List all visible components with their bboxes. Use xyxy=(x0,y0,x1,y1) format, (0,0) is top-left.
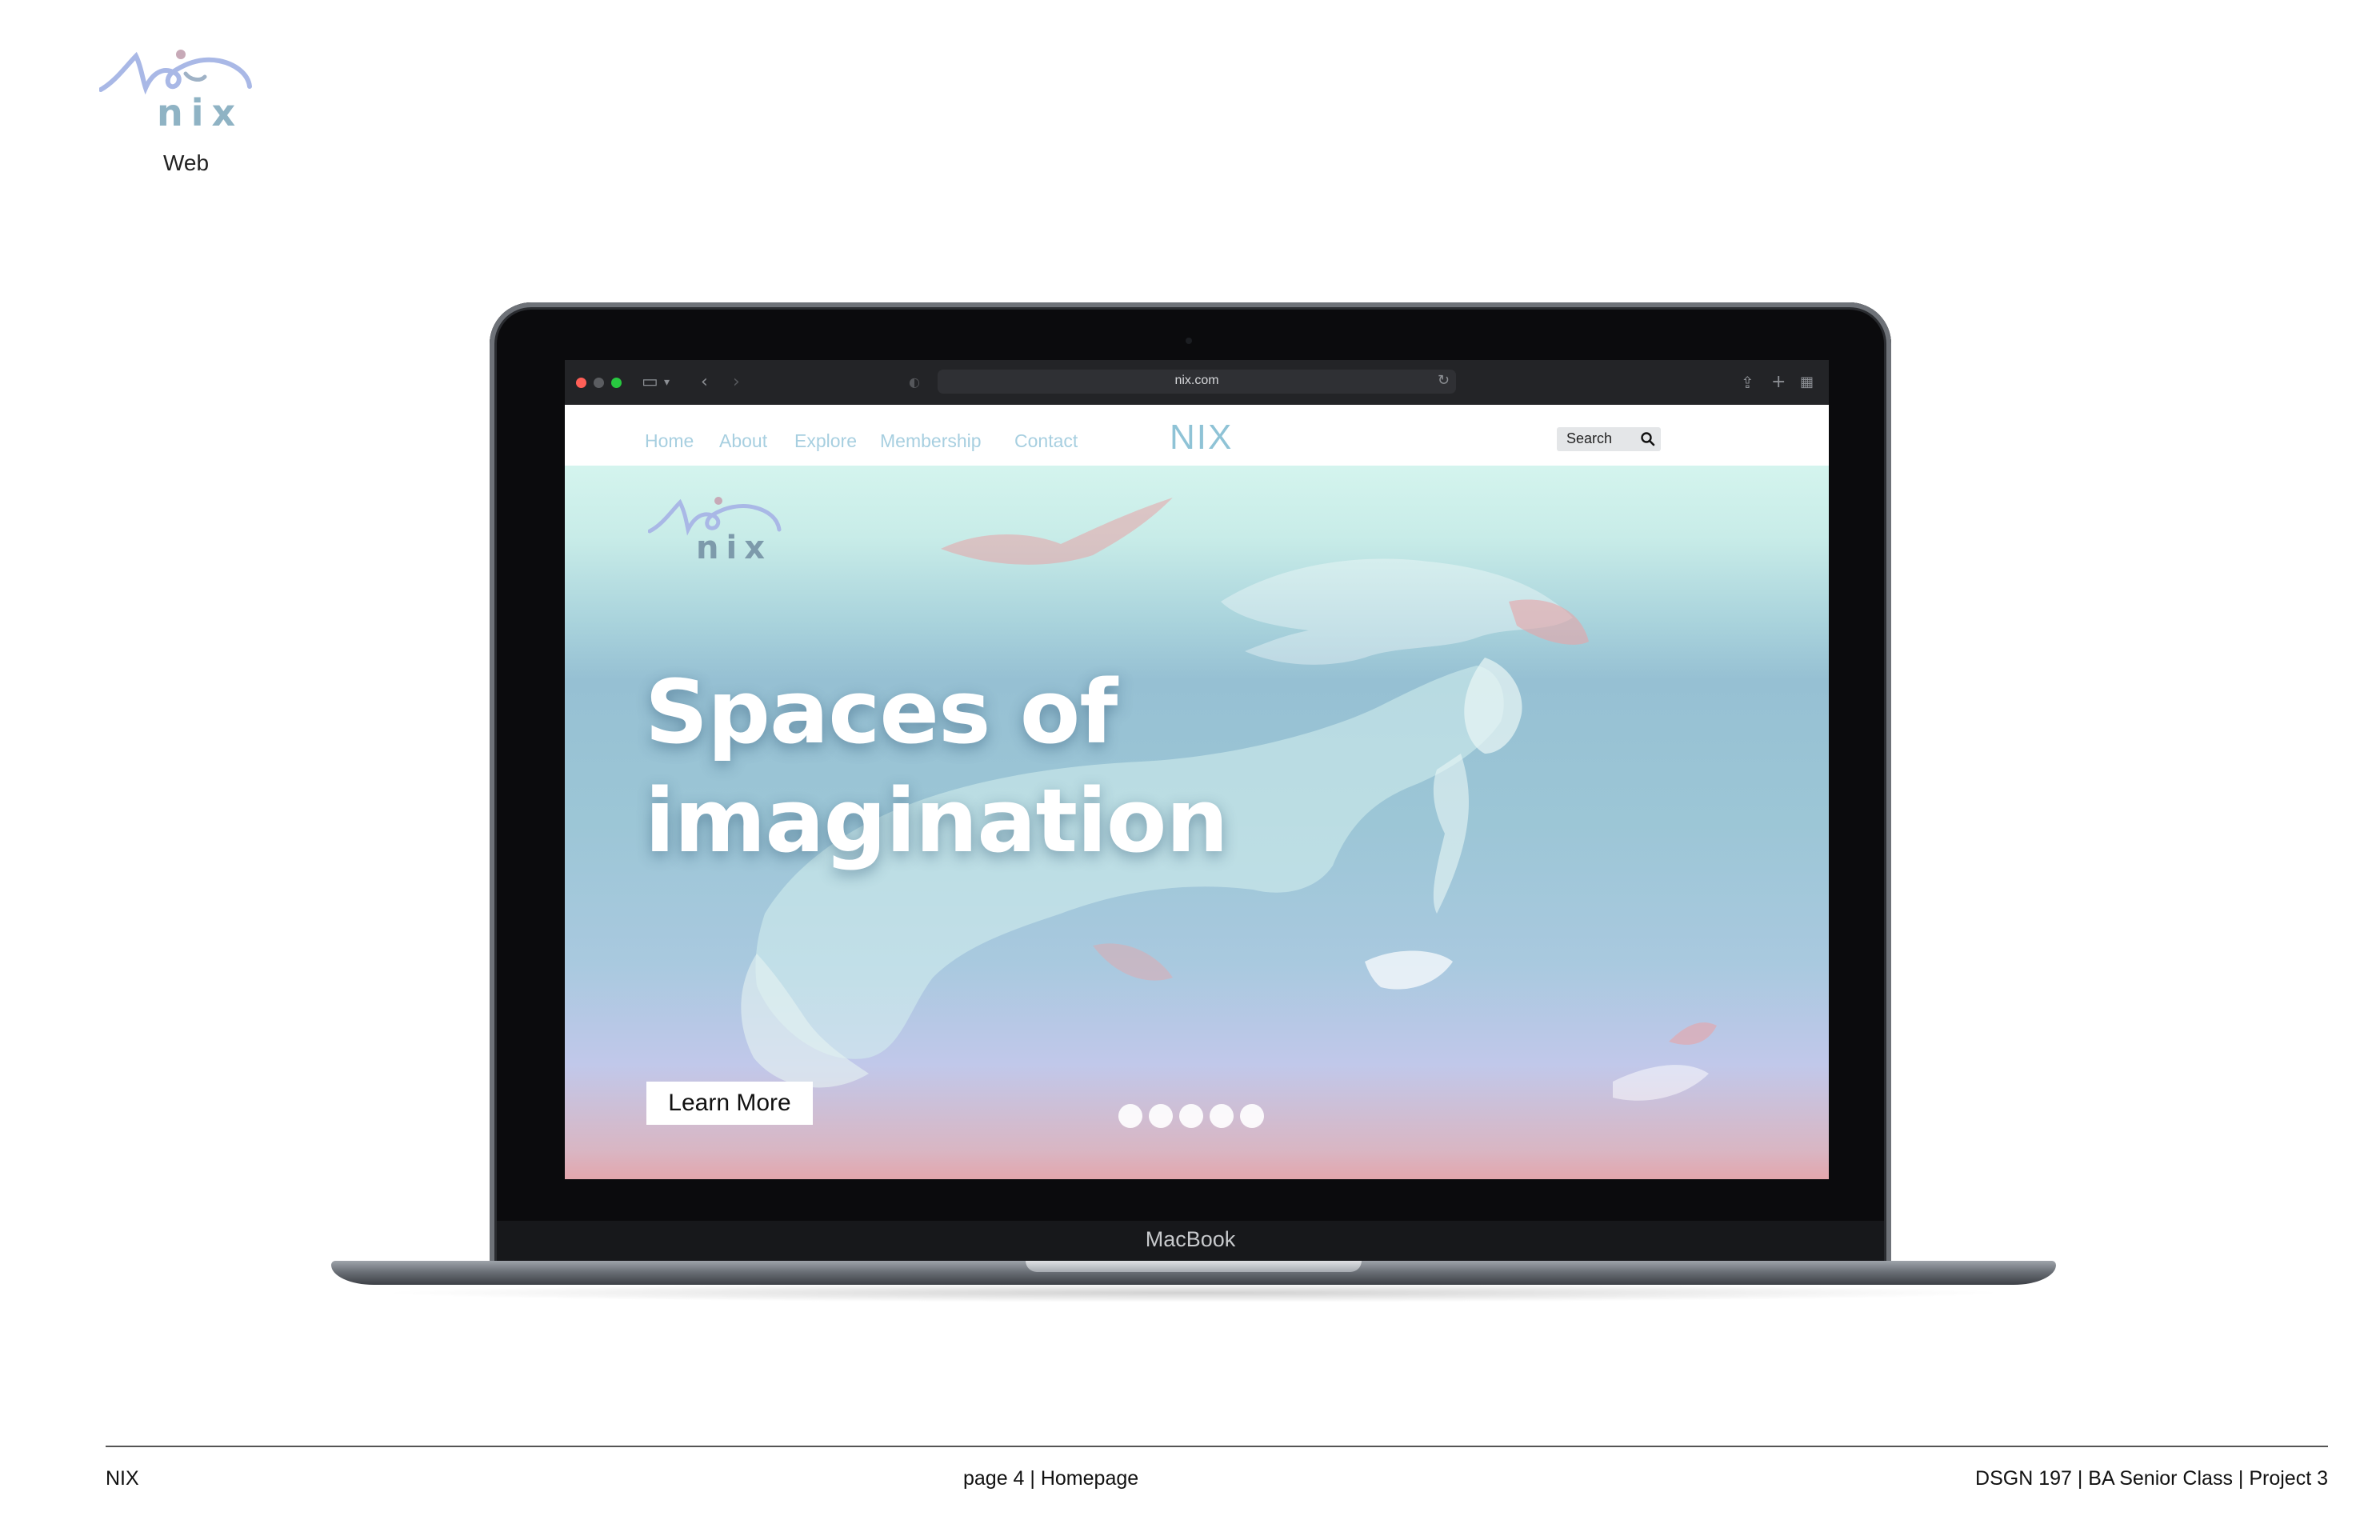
share-icon[interactable]: ⇪ xyxy=(1741,371,1754,394)
logo-wordmark: nix xyxy=(157,91,244,134)
brand-logo: nix Web xyxy=(99,42,256,178)
nav-link-home[interactable]: Home xyxy=(645,430,694,452)
carousel-dot[interactable] xyxy=(1118,1104,1142,1128)
laptop-base xyxy=(331,1261,2056,1285)
footer-divider xyxy=(106,1446,2328,1447)
forward-arrow-icon[interactable]: › xyxy=(733,371,740,394)
sidebar-toggle-icon[interactable]: ▭ xyxy=(642,371,658,394)
carousel-dot[interactable] xyxy=(1210,1104,1234,1128)
privacy-shield-icon: ◐ xyxy=(909,374,920,390)
footer-course-label: DSGN 197 | BA Senior Class | Project 3 xyxy=(1975,1467,2328,1490)
search-icon[interactable] xyxy=(1640,431,1656,447)
footer-project-name: NIX xyxy=(106,1467,139,1490)
nav-link-contact[interactable]: Contact xyxy=(1014,430,1078,452)
section-label: Web xyxy=(163,150,210,175)
url-text: nix.com xyxy=(1174,374,1219,387)
laptop-shadow xyxy=(376,1283,2011,1302)
laptop-brand-label: MacBook xyxy=(1145,1227,1236,1251)
site-header: Home About Explore Membership Contact NI… xyxy=(565,405,1829,466)
hero-headline-line-1: Spaces of xyxy=(645,661,1118,763)
back-arrow-icon[interactable]: ‹ xyxy=(701,371,708,394)
browser-toolbar: ▭ ▾ ‹ › ◐ nix.com ↻ ⇪ + ▦ xyxy=(565,360,1829,405)
laptop-base-notch xyxy=(1026,1261,1362,1272)
carousel-dot[interactable] xyxy=(1149,1104,1173,1128)
camera-icon xyxy=(1186,338,1192,344)
laptop-chin: MacBook xyxy=(497,1221,1884,1266)
laptop-screen: ▭ ▾ ‹ › ◐ nix.com ↻ ⇪ + ▦ Home About Exp… xyxy=(565,360,1829,1179)
nav-link-explore[interactable]: Explore xyxy=(794,430,857,452)
search-input[interactable]: Search xyxy=(1557,427,1661,451)
hero-headline-line-2: imagination xyxy=(645,770,1229,872)
hero-logo: nix xyxy=(647,493,784,573)
carousel-dots xyxy=(1118,1104,1278,1131)
hero-headline: Spaces of imagination xyxy=(645,658,1365,875)
window-minimize-button[interactable] xyxy=(594,378,604,388)
nav-link-about[interactable]: About xyxy=(719,430,767,452)
window-maximize-button[interactable] xyxy=(611,378,622,388)
search-placeholder: Search xyxy=(1566,430,1613,446)
chevron-down-icon[interactable]: ▾ xyxy=(664,371,670,394)
carousel-dot[interactable] xyxy=(1240,1104,1264,1128)
address-bar[interactable]: nix.com ↻ xyxy=(938,370,1456,394)
site-title[interactable]: NIX xyxy=(1170,418,1233,458)
nav-link-membership[interactable]: Membership xyxy=(880,430,982,452)
reload-icon[interactable]: ↻ xyxy=(1438,372,1450,389)
window-close-button[interactable] xyxy=(576,378,586,388)
tab-overview-icon[interactable]: ▦ xyxy=(1800,371,1814,394)
new-tab-plus-icon[interactable]: + xyxy=(1771,371,1786,394)
learn-more-button[interactable]: Learn More xyxy=(646,1082,813,1125)
hero-banner: nix Spaces of imagination Learn More xyxy=(565,466,1829,1179)
hero-logo-wordmark: nix xyxy=(696,530,772,566)
carousel-dot[interactable] xyxy=(1179,1104,1203,1128)
footer-page-label: page 4 | Homepage xyxy=(963,1467,1139,1490)
